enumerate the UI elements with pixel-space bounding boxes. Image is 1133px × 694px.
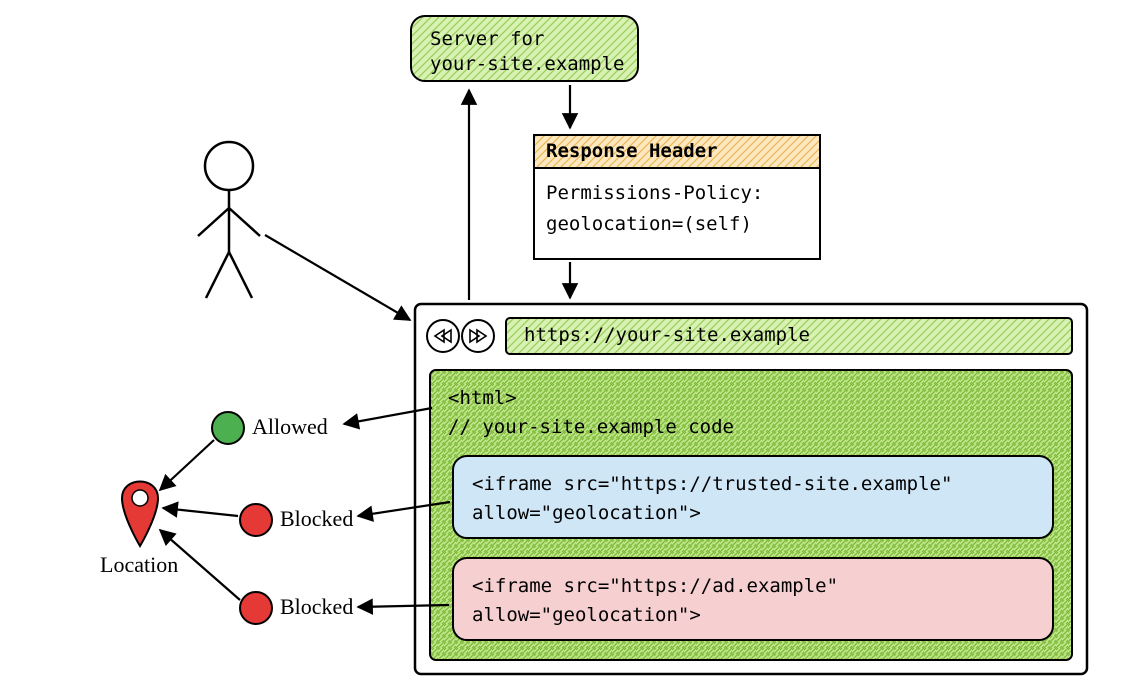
status-allowed-label: Allowed: [252, 414, 328, 440]
user-icon: [198, 142, 260, 298]
server-label: Server for your-site.example: [430, 27, 624, 76]
browser-url-text: https://your-site.example: [524, 324, 810, 346]
response-header-body: Permissions-Policy: geolocation=(self): [546, 178, 763, 241]
response-header-title: Response Header: [546, 140, 718, 162]
status-blocked-dot-1: [240, 504, 272, 536]
status-blocked-label-2: Blocked: [280, 594, 353, 620]
location-label: Location: [100, 552, 178, 578]
iframe-ad-code: <iframe src="https://ad.example" allow="…: [472, 572, 838, 631]
status-blocked-label-1: Blocked: [280, 506, 353, 532]
arrow-allowed-to-pin: [160, 440, 214, 490]
location-pin-icon: [122, 482, 158, 547]
arrow-user-to-browser: [265, 235, 410, 320]
status-blocked-dot-2: [240, 592, 272, 624]
iframe-trusted-code: <iframe src="https://trusted-site.exampl…: [472, 470, 952, 529]
status-allowed-dot: [212, 412, 244, 444]
arrow-blocked1-to-pin: [163, 508, 238, 516]
page-code: <html> // your-site.example code: [448, 384, 734, 441]
